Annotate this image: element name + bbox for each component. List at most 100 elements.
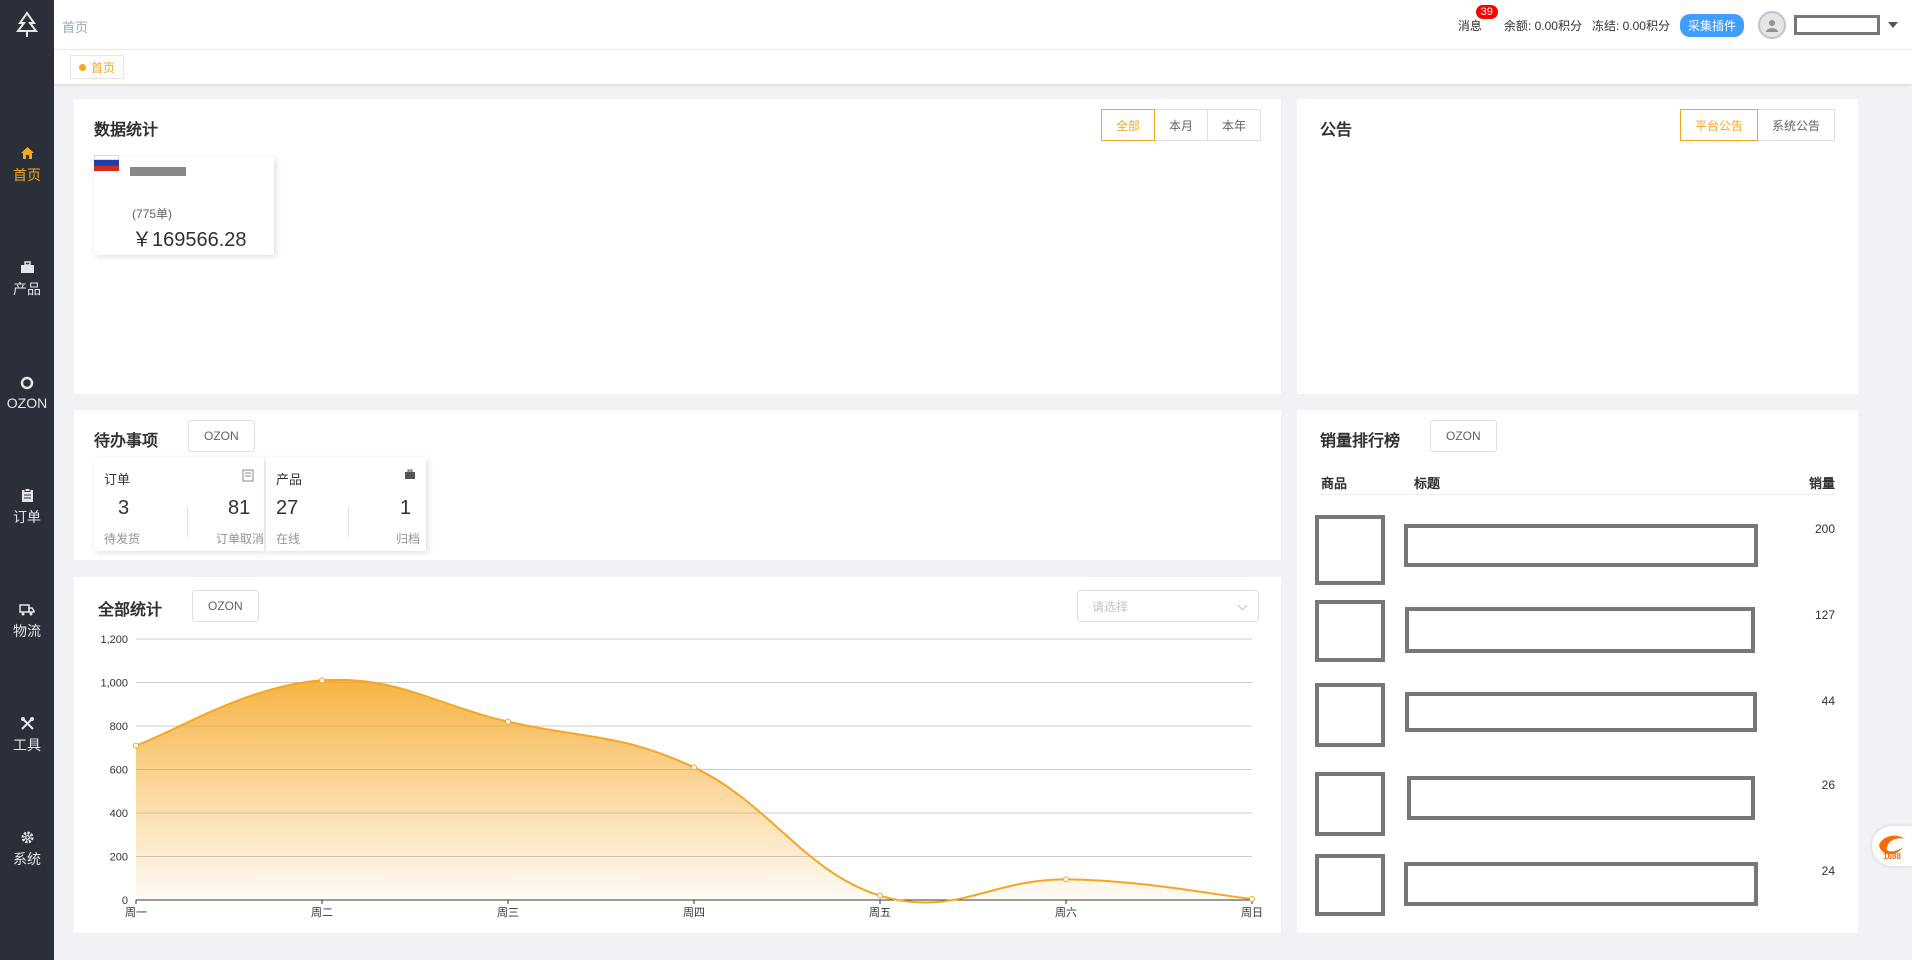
x-tick-label: 周日 (1241, 906, 1263, 919)
x-tick-label: 周一 (125, 906, 147, 919)
y-tick-label: 600 (110, 765, 128, 777)
tab-platform-notice[interactable]: 平台公告 (1679, 109, 1758, 141)
y-tick-label: 800 (110, 721, 128, 733)
breadcrumb[interactable]: 首页 (62, 17, 88, 36)
product-title-redacted (1405, 692, 1757, 732)
tags-bar: 首页 (54, 50, 1912, 84)
todo-pending-shipment-count: 3 (118, 497, 130, 519)
data-point (319, 677, 325, 684)
product-title-redacted (1407, 776, 1755, 820)
product-image (1315, 515, 1385, 585)
todo-ozon-button[interactable]: OZON (188, 420, 255, 452)
sidebar-item-tools[interactable]: 工具 (0, 705, 54, 765)
float-1688-label: 1688 (1883, 852, 1901, 861)
messages-link[interactable]: 消息 39 (1458, 4, 1498, 34)
messages-badge: 39 (1475, 4, 1498, 19)
tree-logo-icon[interactable] (12, 10, 42, 40)
stats-filter-group: 全部 本月 本年 (1100, 109, 1261, 141)
data-point (1063, 876, 1069, 883)
russia-flag-icon (94, 155, 119, 171)
sidebar-item-label: 工具 (13, 737, 41, 753)
top-header: 首页 消息 39 余额: 0.00积分 冻结: 0.00积分 采集插件 (54, 0, 1912, 50)
active-dot-icon (79, 63, 86, 71)
user-icon (1766, 20, 1778, 32)
divider (187, 507, 188, 537)
sidebar-item-label: 订单 (13, 509, 41, 525)
avatar[interactable] (1758, 11, 1786, 39)
store-name-redacted (130, 167, 186, 176)
alibaba-1688-logo-icon: 1688 (1879, 835, 1905, 861)
tag-home[interactable]: 首页 (70, 55, 125, 79)
sidebar-item-orders[interactable]: 订单 (0, 477, 54, 537)
divider (1320, 494, 1835, 495)
plugin-button[interactable]: 采集插件 (1679, 13, 1744, 37)
y-tick-label: 400 (110, 808, 128, 820)
todo-orders-box[interactable]: 订单 3 81 待发货 订单取消 (94, 457, 264, 551)
y-tick-label: 0 (122, 895, 128, 907)
frozen-text: 冻结: 0.00积分 (1591, 18, 1670, 33)
store-stat-box[interactable]: (775单) ￥169566.28 (94, 155, 274, 255)
ozon-icon (19, 375, 35, 391)
sidebar-item-label: 产品 (13, 281, 41, 297)
x-tick-label: 周三 (497, 906, 519, 919)
todo-pending-shipment-label: 待发货 (104, 532, 141, 546)
document-icon (242, 469, 254, 485)
product-sales: 24 (1821, 864, 1835, 878)
sidebar-item-ozon[interactable]: OZON (0, 363, 54, 423)
sidebar-item-products[interactable]: 产品 (0, 249, 54, 309)
y-tick-label: 1,000 (100, 678, 128, 690)
username-redacted[interactable] (1794, 15, 1880, 35)
product-image (1315, 683, 1385, 747)
sidebar-item-logistics[interactable]: 物流 (0, 591, 54, 651)
chevron-down-icon[interactable] (1888, 22, 1898, 28)
overall-stats-card: 全部统计 OZON 请选择 0 200 400 600 800 1,000 1,200 周一周… (74, 577, 1281, 933)
gear-icon (19, 829, 35, 845)
todo-products-box[interactable]: 产品 27 1 在线 归档 (266, 457, 426, 551)
ranking-title: 销量排行榜 (1320, 433, 1401, 450)
product-title-redacted (1404, 524, 1758, 567)
filter-year-button[interactable]: 本年 (1206, 109, 1261, 141)
store-order-count: (775单) (132, 207, 173, 221)
data-point (133, 742, 139, 749)
filter-all-button[interactable]: 全部 (1100, 109, 1155, 141)
todo-cancelled-count: 81 (228, 497, 251, 519)
tag-label: 首页 (91, 60, 116, 75)
product-image (1315, 772, 1385, 836)
ranking-ozon-button[interactable]: OZON (1430, 420, 1497, 452)
todo-title: 待办事项 (94, 433, 159, 450)
todo-online-label: 在线 (276, 532, 301, 546)
product-sales: 200 (1814, 522, 1835, 536)
column-header-title: 标题 (1414, 476, 1441, 491)
todo-orders-title: 订单 (104, 472, 131, 487)
column-header-sales: 销量 (1808, 476, 1835, 491)
product-sales: 127 (1814, 608, 1835, 622)
x-tick-label: 周五 (869, 906, 891, 919)
product-sales: 26 (1821, 778, 1835, 792)
balance-text: 余额: 0.00积分 (1503, 18, 1582, 33)
product-image (1315, 854, 1385, 916)
float-1688-widget[interactable]: 1688 (1872, 826, 1912, 866)
sidebar-item-label: OZON (6, 395, 48, 411)
home-icon (19, 145, 35, 161)
y-tick-label: 1,200 (100, 634, 128, 646)
stats-card: 数据统计 全部 本月 本年 (775单) ￥169566.28 (74, 99, 1281, 394)
todo-products-title: 产品 (276, 472, 303, 487)
tab-system-notice[interactable]: 系统公告 (1756, 109, 1835, 141)
todo-archived-label: 归档 (396, 532, 421, 546)
notice-title: 公告 (1320, 122, 1353, 139)
x-tick-label: 周四 (683, 906, 705, 919)
store-amount: ￥169566.28 (132, 229, 247, 251)
sidebar-item-system[interactable]: 系统 (0, 819, 54, 879)
data-point (505, 718, 511, 725)
stats-title: 数据统计 (94, 122, 159, 139)
data-point (1249, 895, 1255, 902)
overall-area-chart: 0 200 400 600 800 1,000 1,200 周一 周二 周三 周四 周五 周六 周日 (100, 634, 1263, 919)
sidebar: 首页 产品 OZON 订单 物流 工具 系统 (0, 0, 54, 960)
data-point (691, 764, 697, 771)
todo-cancelled-label: 订单取消 (216, 532, 265, 546)
briefcase-icon (19, 259, 35, 275)
filter-month-button[interactable]: 本月 (1153, 109, 1208, 141)
product-title-redacted (1405, 607, 1755, 653)
sidebar-item-home[interactable]: 首页 (0, 135, 54, 195)
y-tick-label: 200 (110, 852, 128, 864)
